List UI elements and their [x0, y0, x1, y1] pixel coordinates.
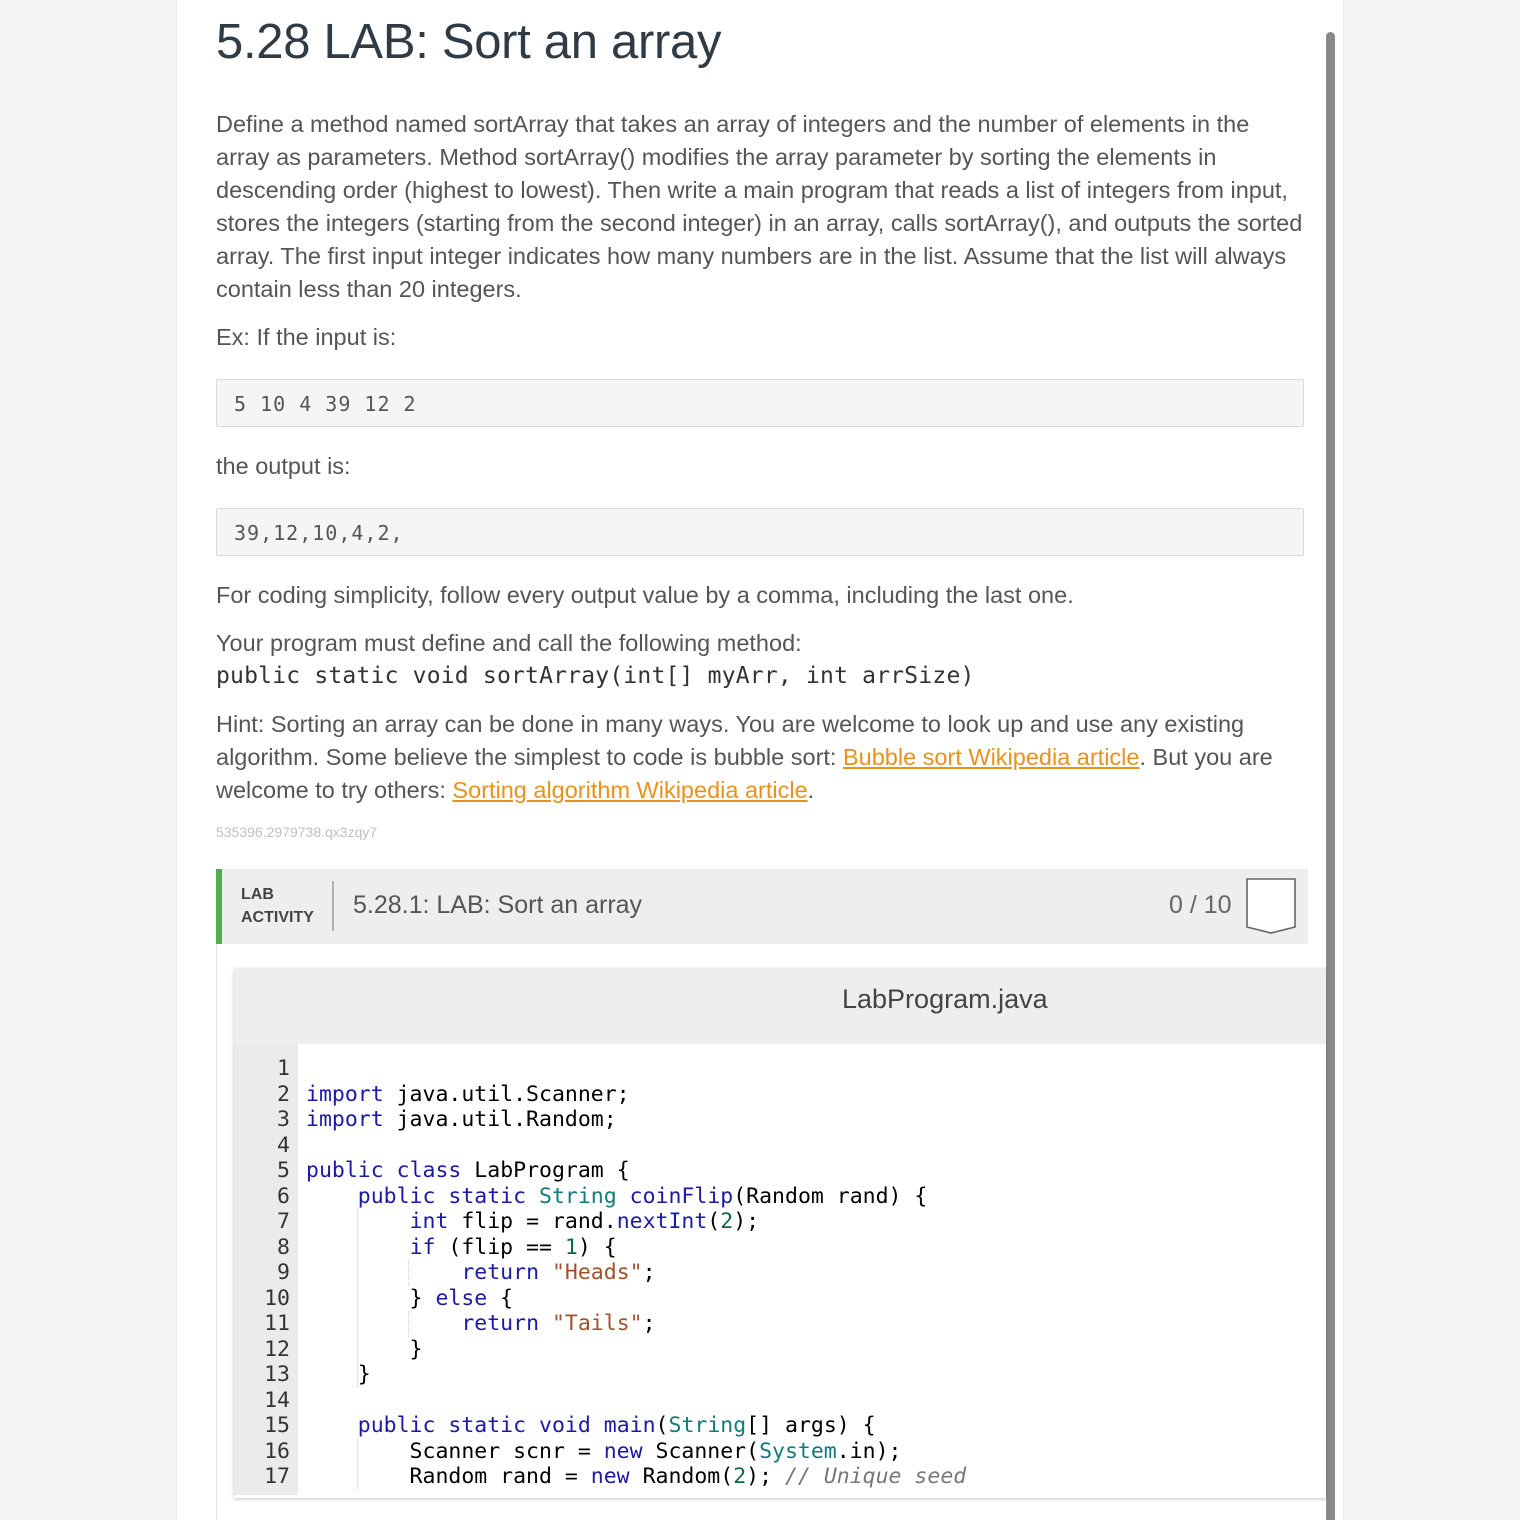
lab-header-divider [332, 881, 334, 931]
content-hash-id: 535396.2979738.qx3zqy7 [216, 824, 378, 840]
line-number: 8 [277, 1234, 290, 1260]
code-line: 10 } else { [234, 1286, 1326, 1312]
code-line: 3 import java.util.Random; [234, 1107, 1326, 1133]
code-line: 4 [234, 1133, 1326, 1159]
sorting-algorithm-link[interactable]: Sorting algorithm Wikipedia article [452, 777, 807, 803]
example-output-label: the output is: [216, 453, 351, 479]
code-text: public static String coinFlip(Random ran… [357, 1183, 928, 1209]
code-line: 2 import java.util.Scanner; [234, 1082, 1326, 1108]
lab-activity-name: 5.28.1: LAB: Sort an array [353, 891, 643, 919]
line-number: 4 [277, 1132, 290, 1158]
code-line: 7 int flip = rand.nextInt(2); [234, 1209, 1326, 1235]
code-text: Random rand = new Random(2); // Unique s… [306, 1464, 967, 1489]
code-line: 11 return "Tails"; [234, 1311, 1326, 1337]
code-text: public static void main(String[] args) { [357, 1413, 876, 1438]
line-number: 14 [264, 1387, 290, 1413]
lab-activity-tag: LAB ACTIVITY [241, 883, 314, 929]
line-number: 13 [264, 1362, 290, 1387]
code-text: } [306, 1336, 423, 1362]
code-text: import java.util.Scanner; [306, 1081, 630, 1107]
code-line: 13 } [234, 1362, 1326, 1388]
method-requirement: Your program must define and call the fo… [216, 630, 802, 656]
code-line: 16 Scanner scnr = new Scanner(System.in)… [234, 1439, 1326, 1465]
indent-guide [408, 1311, 409, 1337]
right-margin [1344, 0, 1520, 1520]
code-line: 17 Random rand = new Random(2); // Uniqu… [234, 1464, 1326, 1490]
line-number: 3 [277, 1107, 290, 1132]
hint-paragraph: Hint: Sorting an array can be done in ma… [216, 708, 1306, 807]
line-number: 2 [277, 1081, 290, 1107]
code-text: } else { [306, 1285, 514, 1311]
indent-guide [408, 1260, 409, 1286]
completion-badge-icon [1246, 878, 1296, 934]
example-input-label: Ex: If the input is: [216, 324, 397, 350]
code-text: Scanner scnr = new Scanner(System.in); [306, 1438, 902, 1464]
code-text: return "Tails"; [461, 1311, 656, 1336]
line-number: 10 [264, 1285, 290, 1311]
code-editor[interactable]: LabProgram.java 1 2 import java.util.Scann… [234, 968, 1326, 1498]
code-line: 14 [234, 1388, 1326, 1414]
code-text: public class LabProgram { [306, 1158, 630, 1183]
scrollbar[interactable] [1326, 32, 1335, 1520]
line-number: 5 [277, 1158, 290, 1183]
line-number: 7 [277, 1209, 290, 1234]
line-number: 6 [277, 1183, 290, 1209]
hint-text-end: . [807, 777, 815, 803]
lab-description: Define a method named sortArray that tak… [216, 111, 1303, 302]
code-line: 1 [234, 1056, 1326, 1082]
line-number: 16 [264, 1438, 290, 1464]
code-line: 8 if (flip == 1) { [234, 1235, 1326, 1261]
editor-title-bar: LabProgram.java [234, 968, 1326, 1044]
code-text: } [306, 1362, 371, 1387]
line-number: 15 [264, 1413, 290, 1438]
code-text: if (flip == 1) { [409, 1234, 617, 1260]
bubble-sort-link[interactable]: Bubble sort Wikipedia article [843, 744, 1140, 770]
code-line: 15 public static void main(String[] args… [234, 1413, 1326, 1439]
method-signature: public static void sortArray(int[] myArr… [216, 663, 975, 689]
code-line: 6 public static String coinFlip(Random r… [234, 1184, 1326, 1210]
line-number: 9 [277, 1260, 290, 1285]
code-text: int flip = rand.nextInt(2); [409, 1209, 760, 1234]
line-number: 17 [264, 1464, 290, 1489]
lab-tag-line1: LAB [241, 886, 274, 903]
code-line: 9 return "Heads"; [234, 1260, 1326, 1286]
left-margin [0, 0, 176, 1520]
code-line: 12 } [234, 1337, 1326, 1363]
indent-guide [357, 1438, 358, 1490]
code-text: return "Heads"; [461, 1260, 656, 1285]
line-number: 11 [264, 1311, 290, 1336]
example-output-box: 39,12,10,4,2, [216, 508, 1304, 556]
editor-filename: LabProgram.java [842, 984, 1048, 1014]
lab-tag-line2: ACTIVITY [241, 909, 314, 926]
code-line: 5 public class LabProgram { [234, 1158, 1326, 1184]
lab-activity-header: LAB ACTIVITY 5.28.1: LAB: Sort an array … [216, 869, 1308, 944]
page-title: 5.28 LAB: Sort an array [216, 15, 722, 69]
line-number: 1 [277, 1056, 290, 1081]
lab-score: 0 / 10 [1169, 891, 1232, 919]
indent-guide [357, 1209, 358, 1388]
example-input-box: 5 10 4 39 12 2 [216, 379, 1304, 427]
line-number: 12 [264, 1336, 290, 1362]
simplicity-note: For coding simplicity, follow every outp… [216, 582, 1074, 608]
code-text: import java.util.Random; [306, 1107, 617, 1132]
